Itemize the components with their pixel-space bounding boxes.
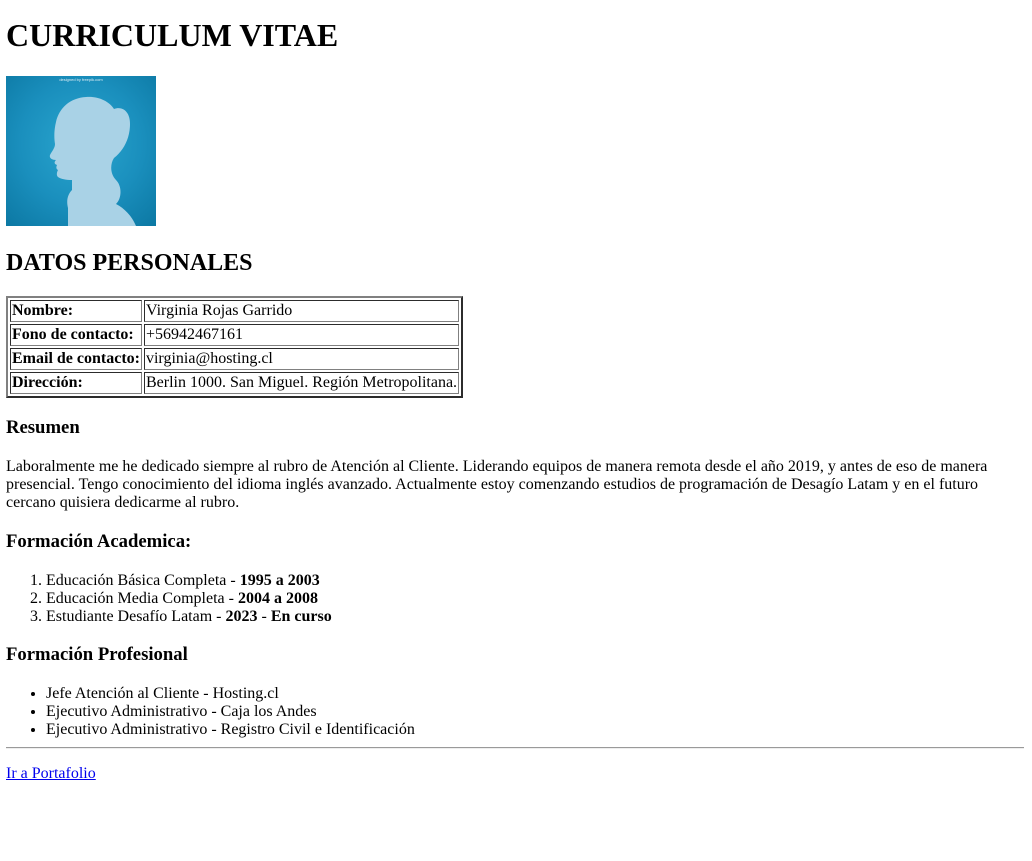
list-item: Educación Media Completa - 2004 a 2008 <box>46 590 332 608</box>
name-label: Nombre: <box>10 300 142 322</box>
academic-item-text: Educación Media Completa - <box>46 590 238 607</box>
list-item: Estudiante Desafío Latam - 2023 - En cur… <box>46 608 332 626</box>
phone-value: +56942467161 <box>143 324 460 346</box>
page-title: CURRICULUM VITAE <box>6 17 339 53</box>
woman-silhouette-icon <box>49 96 136 226</box>
phone-label: Fono de contacto: <box>10 324 142 346</box>
personal-data-heading: DATOS PERSONALES <box>6 250 253 276</box>
academic-item-years: 2023 <box>225 608 258 625</box>
academic-item-text: Educación Básica Completa - <box>46 572 240 589</box>
table-row: Fono de contacto: +56942467161 <box>10 324 460 346</box>
table-row: Email de contacto: virginia@hosting.cl <box>10 348 460 370</box>
address-label: Dirección: <box>10 372 142 394</box>
professional-heading: Formación Profesional <box>6 644 188 665</box>
personal-data-table: Nombre: Virginia Rojas Garrido Fono de c… <box>6 296 464 398</box>
list-item: Ejecutivo Administrativo - Registro Civi… <box>46 721 415 739</box>
list-item: Educación Básica Completa - 1995 a 2003 <box>46 572 332 590</box>
academic-item-text: Estudiante Desafío Latam - <box>46 608 226 625</box>
portfolio-link[interactable]: Ir a Portafolio <box>6 765 96 783</box>
table-row: Dirección: Berlin 1000. San Miguel. Regi… <box>10 372 460 394</box>
email-label: Email de contacto: <box>10 348 142 370</box>
list-item: Jefe Atención al Cliente - Hosting.cl <box>46 685 415 703</box>
summary-text: Laboralmente me he dedicado siempre al r… <box>6 458 988 511</box>
academic-item-years: 1995 a 2003 <box>239 572 320 589</box>
academic-item-status: En curso <box>270 608 332 625</box>
academic-item-separator: - <box>257 608 271 625</box>
list-item: Ejecutivo Administrativo - Caja los Ande… <box>46 703 415 721</box>
academic-heading: Formación Academica: <box>6 531 192 552</box>
divider <box>6 747 1024 749</box>
table-row: Nombre: Virginia Rojas Garrido <box>10 300 460 322</box>
profile-photo: designed by freepik.com <box>6 76 156 226</box>
address-value: Berlin 1000. San Miguel. Región Metropol… <box>143 372 460 394</box>
email-value: virginia@hosting.cl <box>143 348 460 370</box>
summary-heading: Resumen <box>6 417 80 438</box>
name-value: Virginia Rojas Garrido <box>143 300 460 322</box>
academic-item-years: 2004 a 2008 <box>237 590 318 607</box>
professional-list: Jefe Atención al Cliente - Hosting.cl Ej… <box>6 685 415 739</box>
academic-list: Educación Básica Completa - 1995 a 2003 … <box>6 572 332 626</box>
